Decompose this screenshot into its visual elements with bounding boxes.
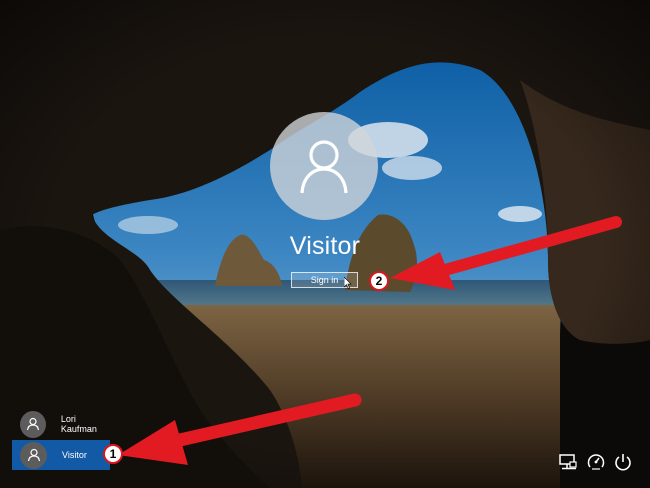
user-avatar	[270, 112, 378, 220]
user-list-item-label: Visitor	[62, 450, 87, 460]
callout-badge-1: 1	[103, 444, 123, 464]
lock-screen: Visitor Sign in Lori Kaufman Visitor 2 1	[0, 0, 650, 488]
user-list-item-label: Lori Kaufman	[60, 414, 97, 434]
user-icon	[27, 448, 40, 462]
user-icon	[300, 140, 348, 194]
user-icon	[26, 417, 40, 431]
power-icon[interactable]	[613, 452, 633, 472]
mouse-cursor-icon	[344, 277, 352, 289]
avatar	[20, 410, 46, 438]
user-list-item-lori-kaufman[interactable]: Lori Kaufman	[12, 409, 112, 439]
current-username: Visitor	[289, 232, 361, 260]
user-list-item-visitor[interactable]: Visitor	[12, 440, 110, 470]
ease-of-access-icon[interactable]	[586, 452, 606, 472]
network-icon[interactable]	[558, 452, 578, 472]
avatar	[20, 441, 47, 469]
callout-badge-2: 2	[369, 271, 389, 291]
